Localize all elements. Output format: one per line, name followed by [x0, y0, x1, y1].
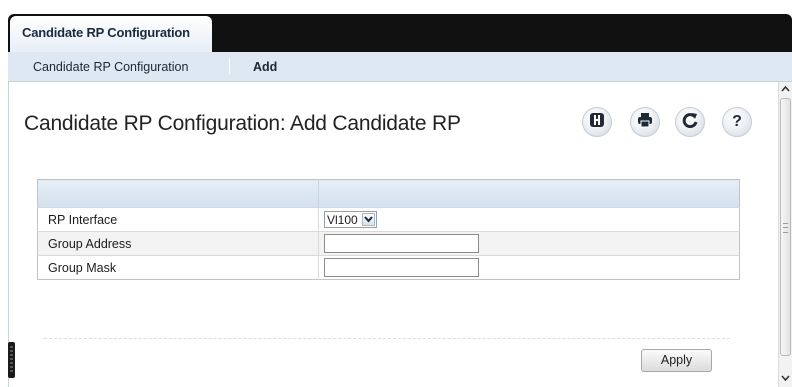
refresh-button[interactable] — [675, 107, 705, 137]
side-drag-handle[interactable] — [8, 342, 15, 378]
rp-interface-selected-value: Vl100 — [327, 212, 358, 227]
tab-candidate-rp-configuration[interactable]: Candidate RP Configuration — [10, 16, 212, 52]
table-row-rp-interface: RP Interface Vl100 — [37, 207, 740, 232]
breadcrumb: Candidate RP Configuration Add — [8, 52, 792, 82]
svg-text:?: ? — [732, 113, 742, 129]
table-header-cell-value — [318, 179, 740, 208]
group-address-cell — [318, 231, 740, 256]
save-icon — [588, 111, 606, 134]
refresh-icon — [681, 111, 699, 134]
help-button[interactable]: ? — [722, 107, 752, 137]
scroll-up-button[interactable] — [779, 82, 792, 96]
chevron-up-icon — [781, 86, 790, 92]
rp-interface-cell: Vl100 — [318, 207, 740, 232]
scroll-down-button[interactable] — [779, 371, 792, 385]
table-row-group-mask: Group Mask — [37, 255, 740, 280]
rp-interface-label: RP Interface — [37, 207, 319, 232]
apply-button[interactable]: Apply — [641, 349, 712, 372]
print-icon — [636, 111, 654, 134]
print-button[interactable] — [630, 107, 660, 137]
help-icon: ? — [728, 111, 746, 134]
grip-icon — [783, 223, 788, 233]
group-address-input[interactable] — [324, 234, 479, 253]
group-mask-cell — [318, 255, 740, 280]
group-mask-input[interactable] — [324, 258, 479, 277]
candidate-rp-form-table: RP Interface Vl100 Group Address Group M… — [37, 179, 740, 280]
chevron-down-icon — [781, 375, 790, 381]
table-row-group-address: Group Address — [37, 231, 740, 256]
breadcrumb-link-candidate-rp-configuration[interactable]: Candidate RP Configuration — [33, 60, 188, 74]
chevron-down-icon[interactable] — [361, 213, 375, 226]
divider — [44, 338, 730, 339]
breadcrumb-current: Add — [253, 60, 278, 74]
scrollbar-thumb[interactable] — [780, 98, 791, 356]
save-button[interactable] — [582, 107, 612, 137]
rp-interface-select[interactable]: Vl100 — [324, 211, 377, 228]
vertical-scrollbar[interactable] — [778, 82, 792, 387]
table-header-cell-label — [37, 179, 319, 208]
group-address-label: Group Address — [37, 231, 319, 256]
group-mask-label: Group Mask — [37, 255, 319, 280]
page-title: Candidate RP Configuration: Add Candidat… — [24, 112, 461, 135]
table-header-row — [37, 179, 740, 208]
breadcrumb-separator — [229, 58, 230, 74]
